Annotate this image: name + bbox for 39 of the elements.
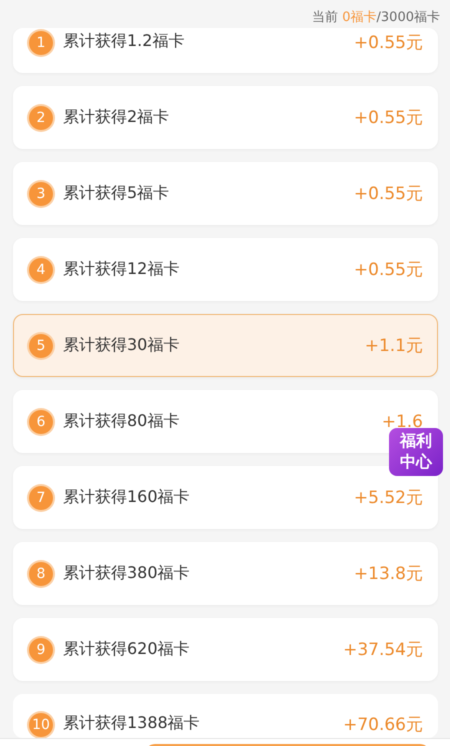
tier-label: 累计获得2福卡 <box>63 107 170 128</box>
tier-label: 累计获得5福卡 <box>63 183 170 204</box>
tier-reward: +0.55元 <box>354 183 423 205</box>
tier-card[interactable]: 8 累计获得380福卡 +13.8元 <box>13 542 438 605</box>
tier-reward: +5.52元 <box>354 487 423 509</box>
tier-number: 3 <box>29 182 53 206</box>
welfare-center-badge[interactable]: 福利中心 <box>389 428 443 476</box>
tier-reward: +0.55元 <box>354 32 423 54</box>
tier-reward: +70.66元 <box>343 714 423 736</box>
tier-number: 5 <box>29 334 53 358</box>
tier-card[interactable]: 1 累计获得1.2福卡 +0.55元 <box>13 28 438 73</box>
tier-number: 6 <box>29 410 53 434</box>
tier-card[interactable]: 5 累计获得30福卡 +1.1元 <box>13 314 438 377</box>
tier-reward: +0.55元 <box>354 259 423 281</box>
tier-label: 累计获得160福卡 <box>63 487 191 508</box>
tier-card[interactable]: 4 累计获得12福卡 +0.55元 <box>13 238 438 301</box>
tier-label: 累计获得1388福卡 <box>63 713 201 734</box>
tier-number: 8 <box>29 562 53 586</box>
tier-card[interactable]: 9 累计获得620福卡 +37.54元 <box>13 618 438 681</box>
tier-label: 累计获得1.2福卡 <box>63 31 186 52</box>
tier-card[interactable]: 2 累计获得2福卡 +0.55元 <box>13 86 438 149</box>
progress-text: 当前 0福卡/3000福卡 <box>312 9 440 26</box>
tier-reward: +37.54元 <box>343 639 423 661</box>
tier-card[interactable]: 10 累计获得1388福卡 +70.66元 <box>13 694 438 738</box>
tier-number: 7 <box>29 486 53 510</box>
tier-number: 1 <box>29 31 53 55</box>
tier-label: 累计获得12福卡 <box>63 259 180 280</box>
tier-label: 累计获得620福卡 <box>63 639 191 660</box>
tier-reward: +1.1元 <box>364 335 423 357</box>
tier-number: 9 <box>29 638 53 662</box>
tier-reward: +13.8元 <box>354 563 423 585</box>
tier-label: 累计获得80福卡 <box>63 411 180 432</box>
tier-label: 累计获得380福卡 <box>63 563 191 584</box>
tier-number: 10 <box>29 713 53 737</box>
tier-reward: +0.55元 <box>354 107 423 129</box>
tier-card[interactable]: 3 累计获得5福卡 +0.55元 <box>13 162 438 225</box>
tier-number: 4 <box>29 258 53 282</box>
tier-number: 2 <box>29 106 53 130</box>
tier-label: 累计获得30福卡 <box>63 335 180 356</box>
